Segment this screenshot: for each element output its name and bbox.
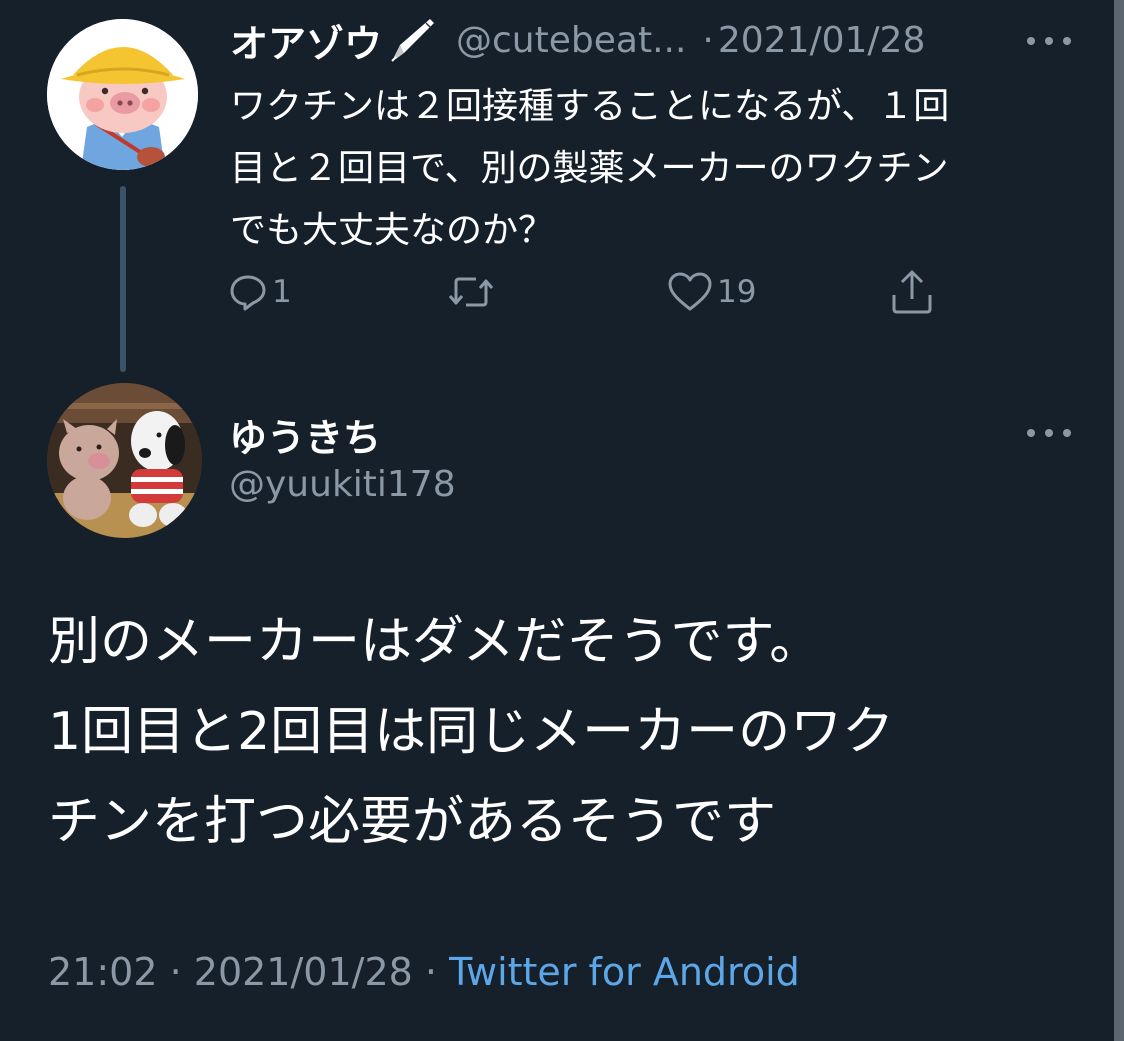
thread-connector-line xyxy=(120,186,126,372)
parent-author-name[interactable]: オアゾウ xyxy=(230,13,382,68)
parent-author-handle[interactable]: @cutebeat... xyxy=(456,20,686,61)
fountain-pen-icon xyxy=(386,15,436,65)
header-separator: · xyxy=(702,19,714,61)
reply-count: 1 xyxy=(272,274,292,310)
meta-separator: · xyxy=(424,950,450,994)
main-author-handle[interactable]: @yuukiti178 xyxy=(229,464,456,505)
main-more-options-icon[interactable] xyxy=(1027,423,1071,443)
parent-tweet-header: オアゾウ @cutebeat... · 2021/01/28 xyxy=(230,14,925,66)
plush-toys-avatar-image xyxy=(47,383,202,538)
parent-tweet-date[interactable]: 2021/01/28 xyxy=(718,20,926,61)
tweet-metadata: 21:02 · 2021/01/28 · Twitter for Android xyxy=(48,950,800,994)
main-author-name[interactable]: ゆうきち xyxy=(229,407,381,462)
tweet-thread-screen: オアゾウ @cutebeat... · 2021/01/28 ワクチンは２回接種… xyxy=(0,0,1124,1041)
tweet-client-link[interactable]: Twitter for Android xyxy=(449,950,800,994)
main-author-avatar[interactable] xyxy=(47,383,202,538)
retweet-icon xyxy=(448,277,494,307)
pig-avatar-image xyxy=(47,19,198,170)
parent-more-options-icon[interactable] xyxy=(1027,31,1071,51)
main-tweet-text: 別のメーカーはダメだそうです。 1回目と2回目は同じメーカーのワク チンを打つ必… xyxy=(48,612,895,852)
like-button[interactable]: 19 xyxy=(667,268,756,316)
heart-icon xyxy=(668,272,712,311)
share-icon xyxy=(892,270,932,314)
scrollbar[interactable] xyxy=(1114,0,1124,1041)
tweet-time[interactable]: 21:02 xyxy=(48,950,158,994)
reply-bubble-icon xyxy=(230,275,266,311)
parent-author-avatar[interactable] xyxy=(47,19,198,170)
share-button[interactable] xyxy=(888,268,936,316)
reply-button[interactable]: 1 xyxy=(228,268,292,316)
parent-tweet-text: ワクチンは２回接種することになるが、１回 目と２回目で、別の製薬メーカーのワクチ… xyxy=(230,86,950,251)
meta-separator: · xyxy=(169,950,194,994)
like-count: 19 xyxy=(717,274,757,310)
tweet-date[interactable]: 2021/01/28 xyxy=(194,950,413,994)
retweet-button[interactable] xyxy=(446,268,496,316)
